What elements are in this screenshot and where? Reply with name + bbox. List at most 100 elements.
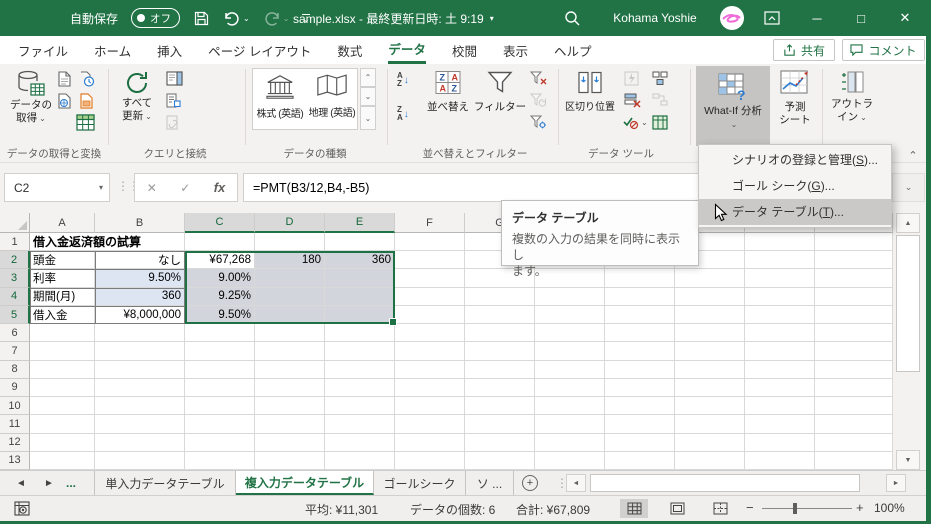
grid-cell[interactable] xyxy=(185,342,255,361)
gallery-more-button[interactable]: ⌄ xyxy=(360,106,376,130)
grid-cell[interactable] xyxy=(255,433,325,452)
reapply-filter-button[interactable] xyxy=(530,93,547,108)
expand-formula-bar-button[interactable]: ⌄ xyxy=(892,173,925,202)
sheet-tab-overflow-dots[interactable]: ... xyxy=(66,471,76,495)
row-header[interactable]: 11 xyxy=(0,415,30,434)
menu-item-scenario-manager[interactable]: シナリオの登録と管理(S)... xyxy=(699,147,891,173)
grid-cell[interactable] xyxy=(30,360,95,379)
grid-cell[interactable] xyxy=(395,342,465,361)
grid-cell[interactable] xyxy=(395,360,465,379)
grid-cell[interactable] xyxy=(465,360,535,379)
grid-cell[interactable] xyxy=(745,415,815,434)
sheet-tab-single-input[interactable]: 単入力データテーブル xyxy=(94,471,236,495)
grid-cell[interactable] xyxy=(465,451,535,470)
advanced-filter-button[interactable] xyxy=(530,115,547,130)
row-header[interactable]: 9 xyxy=(0,378,30,398)
grid-cell[interactable] xyxy=(815,251,893,270)
from-text-csv-button[interactable] xyxy=(57,71,72,87)
edit-links-button[interactable] xyxy=(166,115,181,130)
grid-cell[interactable] xyxy=(535,360,605,379)
grid-cell[interactable] xyxy=(815,451,893,470)
geography-button[interactable]: 地理 (英語) xyxy=(306,68,358,119)
grid-cell[interactable] xyxy=(535,433,605,452)
grid-cell[interactable] xyxy=(465,305,535,325)
grid-cell[interactable] xyxy=(745,251,815,270)
grid-cell[interactable] xyxy=(605,342,675,361)
grid-cell[interactable] xyxy=(395,233,465,252)
macro-record-button[interactable] xyxy=(14,501,30,516)
grid-cell[interactable]: 利率 xyxy=(30,269,95,288)
grid-cell[interactable] xyxy=(185,397,255,416)
grid-cell[interactable] xyxy=(325,305,395,325)
save-button[interactable] xyxy=(193,10,210,27)
grid-cell[interactable] xyxy=(745,433,815,452)
grid-cell[interactable] xyxy=(325,397,395,416)
grid-cell[interactable] xyxy=(815,360,893,379)
stocks-button[interactable]: 株式 (英語) xyxy=(254,68,306,120)
get-data-button[interactable]: データの 取得 ⌄ xyxy=(8,69,54,125)
row-header[interactable]: 3 xyxy=(0,269,30,288)
grid-cell[interactable] xyxy=(255,415,325,434)
grid-cell[interactable] xyxy=(395,378,465,398)
grid-cell[interactable] xyxy=(815,269,893,288)
grid-cell[interactable] xyxy=(395,269,465,288)
hscroll-left-button[interactable]: ◄ xyxy=(566,474,586,492)
row-header[interactable]: 2 xyxy=(0,251,30,270)
grid-cell[interactable] xyxy=(815,324,893,343)
grid-cell[interactable] xyxy=(255,397,325,416)
name-box[interactable]: C2 ▾ xyxy=(4,173,110,202)
row-header[interactable]: 10 xyxy=(0,397,30,416)
account-name[interactable]: Kohama Yoshie xyxy=(595,0,715,36)
column-header[interactable]: C xyxy=(185,213,255,233)
tab-page-layout[interactable]: ページ レイアウト xyxy=(208,36,311,64)
data-validation-button[interactable]: ⌄ xyxy=(622,115,648,130)
gallery-up-button[interactable]: ⌃ xyxy=(360,68,376,87)
grid-cell[interactable] xyxy=(255,451,325,470)
grid-cell[interactable] xyxy=(605,378,675,398)
grid-cell[interactable] xyxy=(395,251,465,270)
select-all-corner[interactable] xyxy=(0,213,30,233)
grid-cell[interactable] xyxy=(465,378,535,398)
grid-cell[interactable] xyxy=(395,397,465,416)
grid-cell[interactable] xyxy=(255,378,325,398)
grid-cell[interactable] xyxy=(605,305,675,325)
what-if-analysis-button[interactable]: ? What-If 分析 ⌄ xyxy=(696,66,770,146)
scroll-down-button[interactable]: ▼ xyxy=(896,450,920,470)
grid-cell[interactable] xyxy=(675,342,745,361)
grid-cell[interactable] xyxy=(535,451,605,470)
grid-cell[interactable] xyxy=(815,415,893,434)
grid-cell[interactable] xyxy=(465,324,535,343)
enter-formula-button[interactable]: ✓ xyxy=(180,181,190,195)
sheet-tab-truncated[interactable]: ソ ... xyxy=(466,471,514,495)
grid-cell[interactable] xyxy=(325,360,395,379)
text-to-columns-button[interactable]: 区切り位置 xyxy=(562,70,618,114)
column-header[interactable]: A xyxy=(30,213,95,233)
grid-cell[interactable] xyxy=(815,378,893,398)
collapse-ribbon-button[interactable]: ⌃ xyxy=(903,148,923,162)
grid-cell[interactable] xyxy=(815,233,893,252)
grid-cell[interactable] xyxy=(395,433,465,452)
row-header[interactable]: 6 xyxy=(0,324,30,343)
grid-cell[interactable] xyxy=(395,415,465,434)
column-header[interactable]: B xyxy=(95,213,185,233)
grid-cell[interactable] xyxy=(465,342,535,361)
grid-cell[interactable] xyxy=(95,324,185,343)
column-header[interactable]: D xyxy=(255,213,325,233)
grid-cell[interactable]: 借入金 xyxy=(30,305,95,325)
insert-function-button[interactable]: fx xyxy=(214,180,226,195)
grid-cell[interactable]: 360 xyxy=(95,287,185,306)
grid-cell[interactable] xyxy=(675,287,745,306)
grid-cell[interactable] xyxy=(465,287,535,306)
grid-cell[interactable] xyxy=(675,378,745,398)
horizontal-scrollbar-thumb[interactable] xyxy=(590,474,860,492)
grid-cell[interactable] xyxy=(185,360,255,379)
vertical-scrollbar-thumb[interactable] xyxy=(896,235,920,372)
grid-cell[interactable] xyxy=(745,451,815,470)
grid-cell[interactable] xyxy=(30,378,95,398)
forecast-sheet-button[interactable]: 予測 シート xyxy=(772,70,818,127)
avatar[interactable] xyxy=(715,0,749,36)
grid-cell[interactable] xyxy=(255,233,325,252)
grid-cell[interactable] xyxy=(745,269,815,288)
grid-cell[interactable] xyxy=(815,287,893,306)
grid-cell[interactable]: 9.50% xyxy=(185,305,255,325)
